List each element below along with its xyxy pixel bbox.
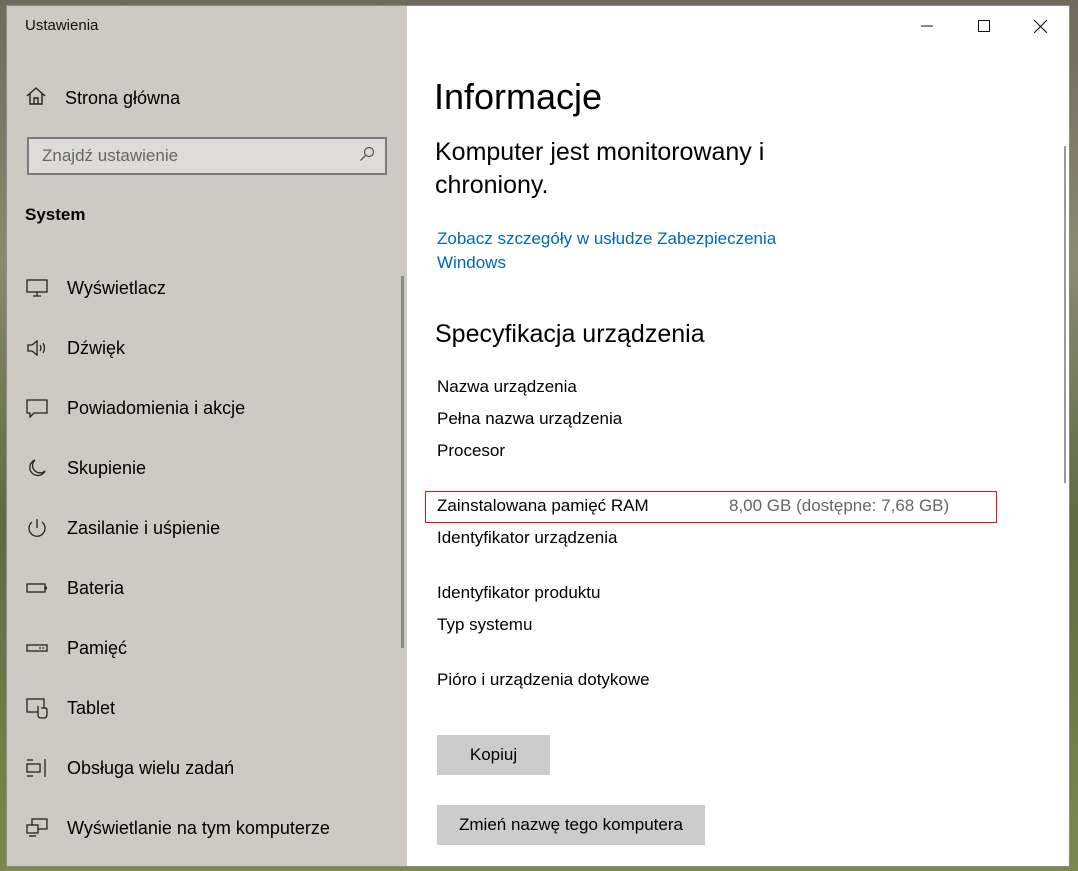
settings-window: Ustawienia Strona główna System Wyświetl… [6,5,1070,867]
sidebar-item-projecting[interactable]: Wyświetlanie na tym komputerze [7,798,402,858]
nav-list: Wyświetlacz Dźwięk Powiadomienia i akcje… [7,258,402,858]
rename-pc-button[interactable]: Zmień nazwę tego komputera [437,805,705,845]
sidebar-item-display[interactable]: Wyświetlacz [7,258,402,318]
home-nav-item[interactable]: Strona główna [25,84,180,112]
sidebar-item-multitasking[interactable]: Obsługa wielu zadań [7,738,402,798]
speaker-icon [25,336,49,360]
tablet-icon [25,696,49,720]
sidebar-item-focus[interactable]: Skupienie [7,438,402,498]
device-specs-heading: Specyfikacja urządzenia [435,320,705,348]
monitor-icon [25,276,49,300]
window-controls [898,6,1069,46]
sidebar-item-storage[interactable]: Pamięć [7,618,402,678]
sidebar-scrollbar[interactable] [401,276,404,648]
minimize-icon [920,25,933,27]
sidebar-item-sound[interactable]: Dźwięk [7,318,402,378]
sidebar-item-label: Bateria [67,577,125,598]
sidebar-item-label: Pamięć [67,637,128,658]
spec-label: Pełna nazwa urządzenia [437,409,623,428]
spec-value-ram: 8,00 GB (dostępne: 7,68 GB) [729,496,950,515]
spec-row-installed-ram: Zainstalowana pamięć RAM 8,00 GB (dostęp… [437,496,949,516]
spec-row-system-type: Typ systemu [437,615,532,635]
power-icon [25,516,49,540]
sidebar-item-label: Dźwięk [67,337,126,358]
moon-icon [25,456,49,480]
spec-label: Nazwa urządzenia [437,377,577,396]
search-icon[interactable] [359,146,375,167]
spec-row-device-id: Identyfikator urządzenia [437,528,618,548]
spec-label: Typ systemu [437,615,533,634]
sidebar-item-label: Wyświetlacz [67,277,166,298]
close-icon [1034,19,1047,33]
battery-icon [25,576,49,600]
spec-row-product-id: Identyfikator produktu [437,583,600,603]
spec-label: Pióro i urządzenia dotykowe [437,670,650,689]
sidebar-item-label: Skupienie [67,457,147,478]
multitasking-icon [25,756,49,780]
search-input[interactable] [42,146,342,166]
search-box[interactable] [27,137,387,175]
maximize-icon [977,20,990,32]
maximize-button[interactable] [955,6,1012,46]
spec-label: Zainstalowana pamięć RAM [437,496,649,515]
spec-row-pen-touch: Pióro i urządzenia dotykowe [437,670,650,690]
sidebar-item-tablet[interactable]: Tablet [7,678,402,738]
home-label: Strona główna [65,87,181,108]
copy-button[interactable]: Kopiuj [437,735,550,775]
storage-icon [25,636,49,660]
section-label-system: System [25,205,86,224]
sidebar: Ustawienia Strona główna System Wyświetl… [7,6,407,866]
sidebar-item-power[interactable]: Zasilanie i uśpienie [7,498,402,558]
spec-label: Identyfikator produktu [437,583,601,602]
spec-row-full-device-name: Pełna nazwa urządzenia [437,409,622,429]
page-title: Informacje [434,76,603,117]
sidebar-item-label: Obsługa wielu zadań [67,757,235,778]
notification-icon [25,396,49,420]
close-button[interactable] [1012,6,1069,46]
projecting-icon [25,816,49,840]
spec-row-processor: Procesor [437,441,505,461]
minimize-button[interactable] [898,6,955,46]
sidebar-item-label: Zasilanie i uśpienie [67,517,221,538]
main-content: Informacje Komputer jest monitorowany i … [407,6,1069,866]
spec-label: Identyfikator urządzenia [437,528,618,547]
app-title: Ustawienia [25,17,99,34]
spec-row-device-name: Nazwa urządzenia [437,377,577,397]
protection-status: Komputer jest monitorowany i chroniony. [435,138,765,199]
spec-label: Procesor [437,441,506,460]
sidebar-item-label: Powiadomienia i akcje [67,397,246,418]
sidebar-item-label: Wyświetlanie na tym komputerze [67,817,330,838]
security-details-link[interactable]: Zobacz szczegóły w usłudze Zabezpieczeni… [437,227,797,275]
main-scrollbar[interactable] [1064,146,1066,483]
sidebar-item-battery[interactable]: Bateria [7,558,402,618]
sidebar-item-label: Tablet [67,697,116,718]
home-icon [25,85,47,112]
sidebar-item-notifications[interactable]: Powiadomienia i akcje [7,378,402,438]
